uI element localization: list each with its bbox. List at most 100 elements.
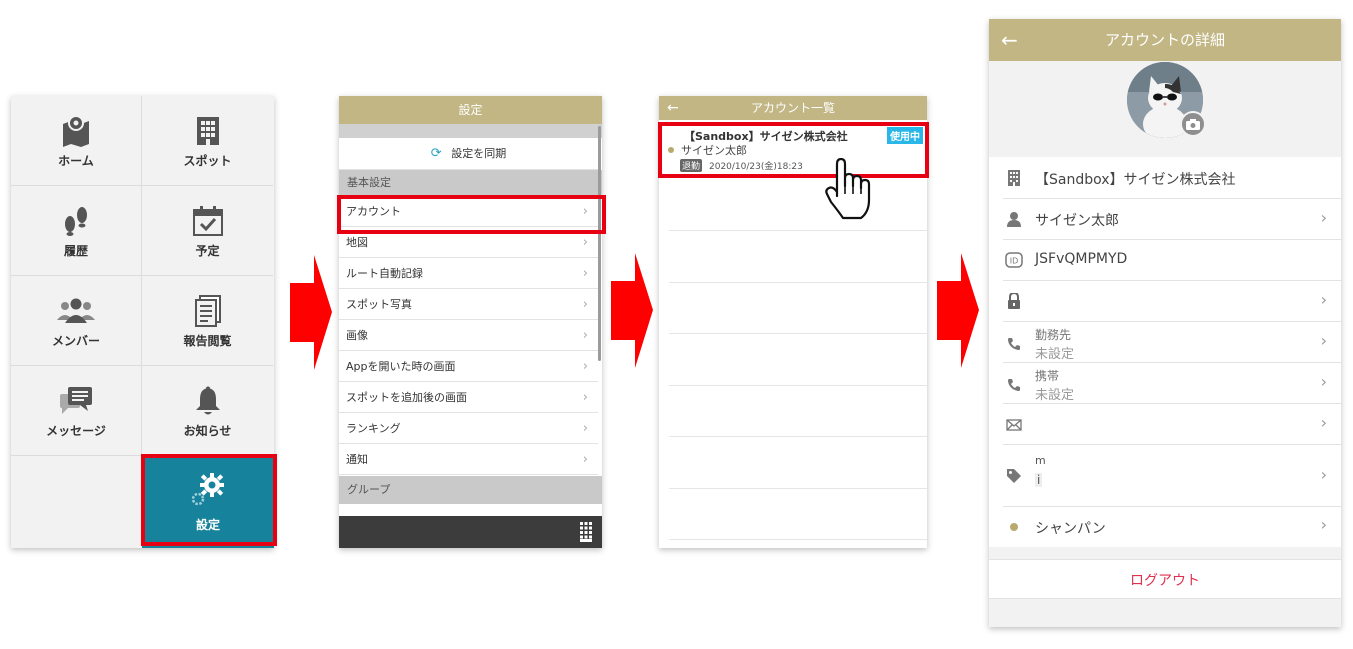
tag-label: m: [1035, 454, 1046, 467]
settings-item-label: 地図: [346, 236, 368, 249]
sync-settings-button[interactable]: ⟳ 設定を同期: [339, 138, 598, 170]
detail-row-email[interactable]: ›: [989, 404, 1341, 445]
settings-item-label: 通知: [346, 453, 368, 466]
detail-id: JSFvQMPMYD: [1035, 251, 1128, 267]
mobile-label: 携帯: [1035, 369, 1060, 383]
menu-label: メンバー: [51, 334, 100, 348]
detail-row-status[interactable]: シャンパン ›: [989, 507, 1341, 547]
phone-icon: [1005, 376, 1023, 394]
highlight-account-item: [658, 122, 929, 178]
settings-item-spot-photo[interactable]: スポット写真 ›: [339, 289, 598, 320]
detail-user: サイゼン太郎: [1035, 213, 1119, 229]
settings-item-label: ランキング: [346, 422, 401, 435]
bottom-bar: [339, 516, 602, 548]
chevron-right-icon: ›: [1320, 331, 1327, 350]
detail-row-company: 【Sandbox】サイゼン株式会社: [989, 157, 1341, 199]
sync-label: 設定を同期: [451, 147, 507, 160]
work-phone-value: 未設定: [1035, 347, 1075, 362]
chat-icon: [11, 384, 141, 418]
account-detail-header: ← アカウントの詳細: [989, 19, 1341, 61]
settings-header: 設定: [339, 96, 602, 124]
detail-row-work-phone[interactable]: 勤務先 未設定 ›: [989, 322, 1341, 363]
chevron-right-icon: ›: [582, 421, 588, 436]
tag-icon: [1005, 467, 1023, 485]
back-arrow-icon[interactable]: ←: [667, 96, 679, 120]
section-group: グループ: [339, 476, 602, 504]
menu-label: スポット: [183, 154, 232, 168]
phone-icon: [1005, 335, 1023, 353]
menu-item-messages[interactable]: メッセージ: [11, 366, 142, 456]
settings-item-app-open-screen[interactable]: Appを開いた時の画面 ›: [339, 351, 598, 382]
menu-label: メッセージ: [46, 424, 106, 438]
account-detail-title: アカウントの詳細: [1104, 31, 1225, 49]
scrollbar[interactable]: [598, 126, 601, 361]
document-icon: [142, 294, 273, 328]
grid-menu-icon[interactable]: [580, 522, 592, 542]
menu-item-home[interactable]: ホーム: [11, 96, 142, 186]
lock-icon: [1005, 292, 1023, 310]
chevron-right-icon: ›: [582, 359, 588, 374]
settings-item-notification[interactable]: 通知 ›: [339, 444, 598, 475]
highlight-account-item: [337, 195, 606, 234]
chevron-right-icon: ›: [1320, 413, 1327, 432]
detail-row-id: ID JSFvQMPMYD: [989, 240, 1341, 281]
chevron-right-icon: ›: [582, 297, 588, 312]
chevron-right-icon: ›: [1320, 290, 1327, 309]
chevron-right-icon: ›: [1320, 208, 1327, 227]
menu-item-schedule[interactable]: 予定: [142, 186, 273, 276]
menu-empty-cell: [11, 456, 142, 546]
arrow-right-icon: [290, 255, 332, 370]
menu-item-history[interactable]: 履歴: [11, 186, 142, 276]
tag-chip: i: [1035, 473, 1043, 487]
menu-label: 履歴: [63, 244, 88, 258]
settings-item-label: スポットを追加後の画面: [346, 391, 467, 404]
settings-screen: 設定 ⟳ 設定を同期 基本設定 アカウント › 地図 › ルート自動記録 › スポット…: [339, 96, 602, 548]
detail-row-password[interactable]: ›: [989, 281, 1341, 322]
settings-item-label: ルート自動記録: [346, 267, 423, 280]
menu-item-members[interactable]: メンバー: [11, 276, 142, 366]
logout-button[interactable]: ログアウト: [989, 559, 1341, 599]
menu-item-notifications[interactable]: お知らせ: [142, 366, 273, 456]
building-icon: [142, 114, 273, 148]
back-arrow-icon[interactable]: ←: [1001, 19, 1018, 61]
menu-label: 報告閲覧: [183, 334, 232, 348]
settings-item-route[interactable]: ルート自動記録 ›: [339, 258, 598, 289]
id-icon: ID: [1005, 251, 1023, 269]
menu-item-spot[interactable]: スポット: [142, 96, 273, 186]
envelope-icon: [1005, 416, 1023, 434]
menu-item-reports[interactable]: 報告閲覧: [142, 276, 273, 366]
settings-item-after-spot-screen[interactable]: スポットを追加後の画面 ›: [339, 382, 598, 413]
settings-item-label: スポット写真: [346, 298, 412, 311]
menu-label: ホーム: [58, 154, 94, 168]
settings-item-label: Appを開いた時の画面: [346, 360, 456, 373]
chevron-right-icon: ›: [1320, 515, 1327, 534]
calendar-check-icon: [142, 204, 273, 238]
menu-label: お知らせ: [183, 424, 232, 438]
arrow-right-icon: [611, 253, 653, 368]
detail-row-mobile[interactable]: 携帯 未設定 ›: [989, 363, 1341, 404]
logout-label: ログアウト: [1130, 573, 1200, 589]
chevron-right-icon: ›: [1320, 465, 1327, 484]
section-basic-settings: 基本設定: [339, 170, 602, 196]
chevron-right-icon: ›: [582, 328, 588, 343]
camera-icon[interactable]: [1180, 111, 1206, 137]
svg-text:ID: ID: [1010, 257, 1019, 266]
settings-item-image[interactable]: 画像 ›: [339, 320, 598, 351]
chevron-right-icon: ›: [582, 266, 588, 281]
status-dot: [1010, 523, 1018, 531]
work-phone-label: 勤務先: [1035, 328, 1072, 342]
highlight-settings: [141, 454, 277, 546]
account-list-header: ← アカウント一覧: [659, 96, 927, 120]
footprints-icon: [11, 204, 141, 238]
menu-label: 予定: [195, 244, 220, 258]
settings-item-ranking[interactable]: ランキング ›: [339, 413, 598, 444]
building-icon: [1005, 169, 1023, 187]
map-pin-icon: [11, 114, 141, 148]
detail-row-user[interactable]: サイゼン太郎 ›: [989, 199, 1341, 240]
detail-company: 【Sandbox】サイゼン株式会社: [1035, 172, 1236, 188]
mobile-value: 未設定: [1035, 388, 1075, 403]
person-icon: [1005, 210, 1023, 228]
people-icon: [11, 294, 141, 328]
detail-row-tags[interactable]: m i ›: [989, 445, 1341, 507]
arrow-right-icon: [937, 253, 979, 368]
